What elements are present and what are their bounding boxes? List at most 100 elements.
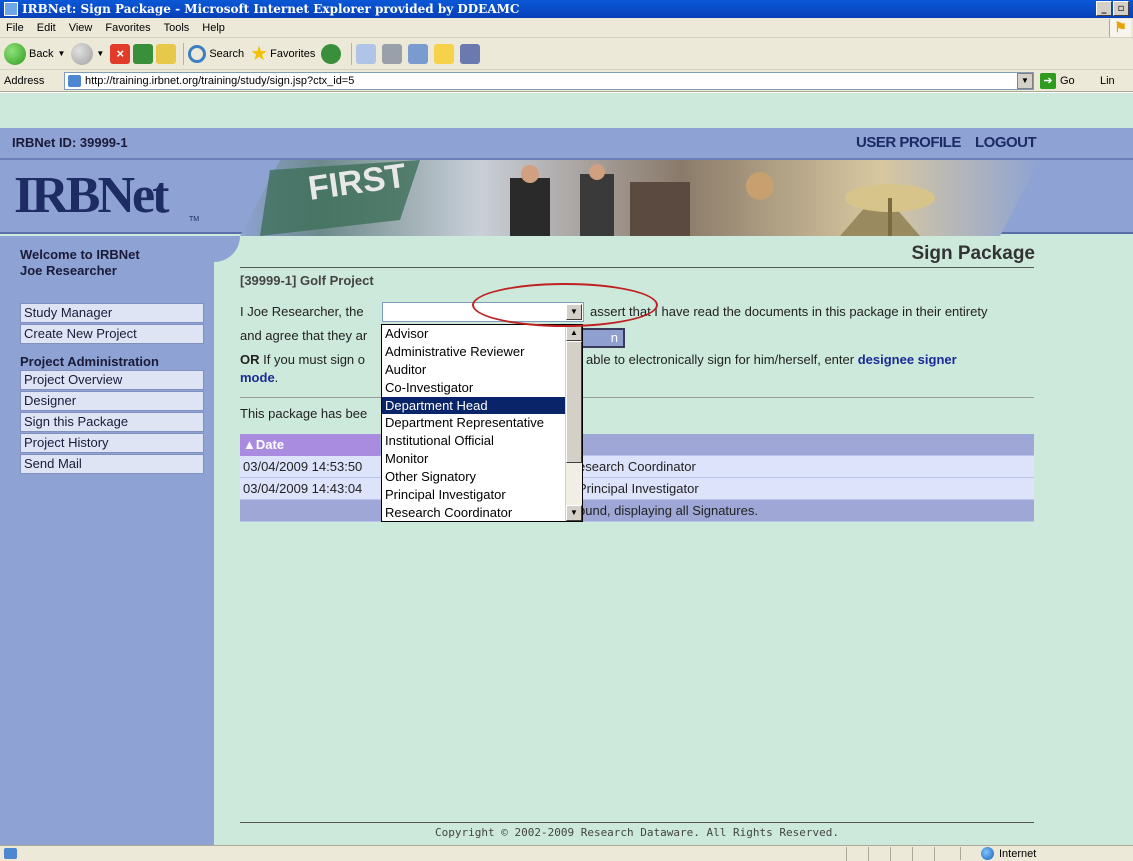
welcome-text: Welcome to IRBNet Joe Researcher [20,247,140,278]
window-title: IRBNet: Sign Package - Microsoft Interne… [22,2,520,16]
minimize-icon[interactable]: _ [1096,1,1112,16]
links-button[interactable]: Lin [1100,75,1115,87]
title-divider [240,267,1034,268]
package-status-text: This package has bee [240,406,368,421]
role-option-principal-investigator[interactable]: Principal Investigator [382,486,566,504]
search-icon [188,44,207,63]
role-option-other-signatory[interactable]: Other Signatory [382,468,566,486]
address-input[interactable]: http://training.irbnet.org/training/stud… [64,72,1034,90]
menu-edit[interactable]: Edit [37,22,56,34]
home-icon[interactable] [156,43,177,64]
search-button[interactable]: Search [188,44,244,63]
designee-mode-link[interactable]: mode [240,370,275,385]
menu-help[interactable]: Help [202,22,225,34]
back-button[interactable]: Back ▼ [4,42,65,65]
role-option-monitor[interactable]: Monitor [382,450,566,468]
sidebar-item-create-new-project[interactable]: Create New Project [20,324,204,344]
chevron-down-icon[interactable]: ▼ [566,304,582,320]
table-header-row: ▲Date [240,434,1034,456]
status-bar: Internet [0,845,1133,861]
address-url: http://training.irbnet.org/training/stud… [85,75,355,87]
footer-divider [240,822,1034,823]
discuss-icon[interactable] [434,43,455,64]
designee-mode-wrap: mode. [240,370,279,385]
forward-button[interactable]: ▼ [71,42,104,65]
edit-icon[interactable] [408,43,429,64]
go-arrow-icon: ➔ [1040,73,1056,89]
mail-icon[interactable] [356,43,377,64]
table-footer-text: bund, displaying all Signatures. [578,503,758,518]
menu-file[interactable]: File [6,22,24,34]
refresh-icon[interactable] [133,43,154,64]
role-select[interactable]: ▼ [382,302,584,322]
page-icon [68,75,81,87]
sign-statement-prefix: I Joe Researcher, the [240,304,364,319]
banner: IRBNet TM FIRST [0,158,1133,236]
role-dropdown-list[interactable]: Advisor Administrative Reviewer Auditor … [381,324,583,522]
restore-icon[interactable]: ▫ [1113,1,1129,16]
designee-text-end-wrap: able to electronically sign for him/hers… [586,352,957,367]
favorites-button[interactable]: ★ Favorites [250,41,315,66]
page-title: Sign Package [911,243,1035,264]
stop-icon[interactable]: × [110,43,131,64]
banner-photo-collage: FIRST [240,160,1070,236]
print-icon[interactable] [382,43,403,64]
user-profile-link[interactable]: USER PROFILE [856,134,961,151]
or-label: OR [240,352,260,367]
web-page: IRBNet ID: 39999-1 USER PROFILE LOGOUT I… [0,93,1133,845]
sidebar-section-heading: Project Administration [20,354,159,369]
research-icon[interactable] [460,43,481,64]
menu-bar: File Edit View Favorites Tools Help ⚑ [0,18,1133,38]
section-divider [240,397,1034,398]
role-option-department-representative[interactable]: Department Representative [382,414,566,432]
project-name: [39999-1] Golf Project [240,273,374,288]
ie-icon [4,2,18,16]
browser-toolbar: Back ▼ ▼ × Search ★ Favorites [0,38,1133,70]
irbnet-id: IRBNet ID: 39999-1 [12,135,128,150]
go-button[interactable]: ➔ Go [1040,73,1075,89]
row-date: 03/04/2009 14:53:50 [243,459,363,474]
role-option-administrative-reviewer[interactable]: Administrative Reviewer [382,343,566,361]
window-title-bar: IRBNet: Sign Package - Microsoft Interne… [0,0,1133,18]
sign-statement-suffix: assert that I have read the documents in… [590,304,988,319]
date-column-header[interactable]: ▲Date [240,434,380,456]
back-label: Back [29,47,54,60]
menu-tools[interactable]: Tools [164,22,190,34]
scroll-down-icon[interactable]: ▼ [566,505,582,521]
toolbar-separator [351,42,353,65]
sidebar-item-designer[interactable]: Designer [20,391,204,411]
status-panes [846,847,956,861]
sidebar-item-project-history[interactable]: Project History [20,433,204,453]
role-option-auditor[interactable]: Auditor [382,361,566,379]
address-label: Address [4,74,45,87]
sidebar-item-send-mail[interactable]: Send Mail [20,454,204,474]
copyright-text: Copyright © 2002-2009 Research Dataware.… [435,826,839,839]
back-dropdown-icon[interactable]: ▼ [57,49,65,58]
scroll-thumb[interactable] [566,341,582,463]
sidebar-item-study-manager[interactable]: Study Manager [20,303,204,323]
logout-link[interactable]: LOGOUT [975,134,1037,151]
role-option-advisor[interactable]: Advisor [382,325,566,343]
dropdown-scrollbar[interactable]: ▲ ▼ [565,325,582,521]
role-option-department-head[interactable]: Department Head [382,396,566,415]
irbnet-logo: IRBNet TM [14,167,200,224]
forward-dropdown-icon[interactable]: ▼ [96,49,104,58]
role-option-research-coordinator[interactable]: Research Coordinator [382,504,566,522]
role-option-institutional-official[interactable]: Institutional Official [382,432,566,450]
role-option-co-investigator[interactable]: Co-Investigator [382,379,566,397]
favorites-star-icon: ★ [250,43,269,65]
menu-favorites[interactable]: Favorites [105,22,150,34]
back-icon [4,42,26,65]
designee-signer-link[interactable]: designee signer [858,352,957,367]
designee-text-end: able to electronically sign for him/hers… [586,352,855,367]
scroll-up-icon[interactable]: ▲ [566,325,582,341]
sort-up-icon: ▲ [243,437,256,452]
menu-view[interactable]: View [69,22,93,34]
address-dropdown-icon[interactable]: ▼ [1017,73,1033,89]
row-role: Principal Investigator [578,481,699,496]
sidebar-item-sign-this-package[interactable]: Sign this Package [20,412,204,432]
toolbar-separator [183,42,185,65]
history-icon[interactable] [321,43,342,64]
table-footer-row: bund, displaying all Signatures. [240,500,1034,522]
sidebar-item-project-overview[interactable]: Project Overview [20,370,204,390]
